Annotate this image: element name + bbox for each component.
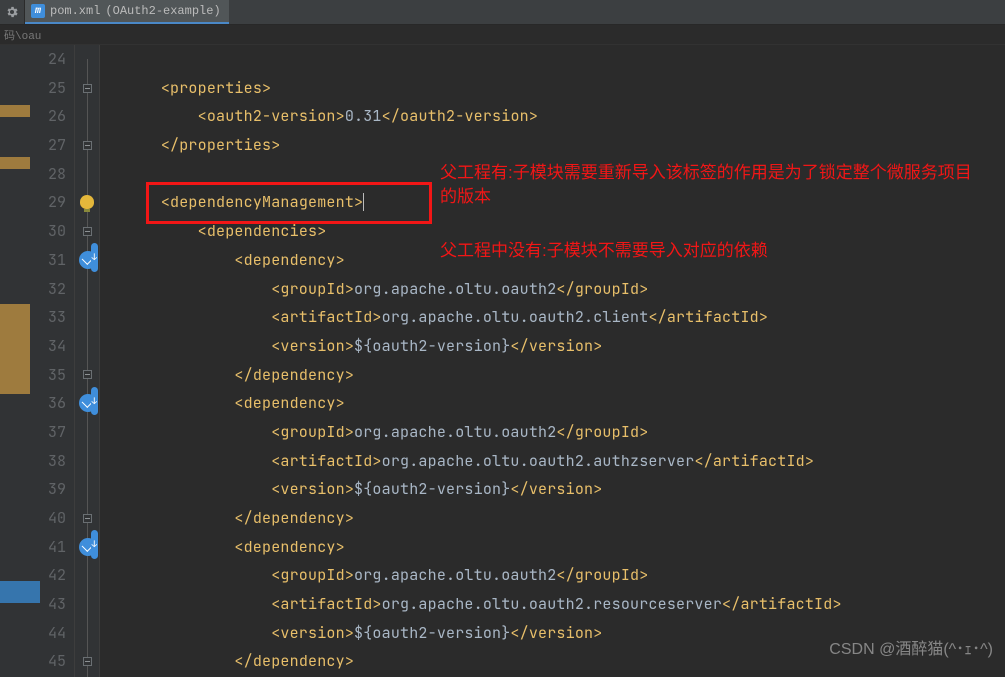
code-line[interactable]: </dependency>	[124, 647, 1005, 676]
editor-tab-bar: m pom.xml (OAuth2-example)	[0, 0, 1005, 25]
code-line[interactable]	[124, 160, 1005, 189]
tab-context: (OAuth2-example)	[105, 4, 220, 18]
line-number: 27	[0, 131, 66, 160]
code-line[interactable]: <dependency>	[124, 533, 1005, 562]
code-line[interactable]: <properties>	[124, 74, 1005, 103]
implemented-icon[interactable]	[79, 251, 97, 269]
code-line[interactable]: <groupId>org.apache.oltu.oauth2</groupId…	[124, 561, 1005, 590]
maven-icon: m	[31, 4, 45, 18]
code-line[interactable]	[124, 45, 1005, 74]
code-line[interactable]: <version>${oauth2-version}</version>	[124, 475, 1005, 504]
code-line[interactable]: <groupId>org.apache.oltu.oauth2</groupId…	[124, 418, 1005, 447]
tab-filename: pom.xml	[50, 4, 100, 18]
line-number: 29	[0, 188, 66, 217]
implemented-icon[interactable]	[79, 538, 97, 556]
line-number: 40	[0, 504, 66, 533]
fold-column[interactable]	[75, 45, 100, 677]
intention-bulb-icon[interactable]	[80, 195, 94, 209]
implemented-icon[interactable]	[79, 394, 97, 412]
code-line[interactable]: <dependencyManagement>	[124, 188, 1005, 217]
line-number: 44	[0, 619, 66, 648]
change-marker	[0, 105, 30, 117]
code-line[interactable]: </properties>	[124, 131, 1005, 160]
code-line[interactable]: <oauth2-version>0.31</oauth2-version>	[124, 102, 1005, 131]
code-line[interactable]: <artifactId>org.apache.oltu.oauth2.clien…	[124, 303, 1005, 332]
line-number: 39	[0, 475, 66, 504]
line-number: 45	[0, 647, 66, 676]
line-number: 32	[0, 275, 66, 304]
code-line[interactable]: </dependency>	[124, 361, 1005, 390]
line-number: 25	[0, 74, 66, 103]
change-marker	[0, 581, 40, 603]
line-number: 30	[0, 217, 66, 246]
change-marker	[0, 304, 30, 394]
code-line[interactable]: <dependencies>	[124, 217, 1005, 246]
code-line[interactable]: <version>${oauth2-version}</version>	[124, 619, 1005, 648]
code-line[interactable]: <version>${oauth2-version}</version>	[124, 332, 1005, 361]
code-editor[interactable]: 2425262728293031323334353637383940414243…	[0, 45, 1005, 677]
line-number: 24	[0, 45, 66, 74]
code-area[interactable]: <properties> <oauth2-version>0.31</oauth…	[106, 45, 1005, 677]
change-marker	[0, 157, 30, 169]
line-number: 38	[0, 447, 66, 476]
file-tab[interactable]: m pom.xml (OAuth2-example)	[25, 0, 229, 24]
code-line[interactable]: </dependency>	[124, 504, 1005, 533]
code-line[interactable]: <artifactId>org.apache.oltu.oauth2.authz…	[124, 447, 1005, 476]
code-line[interactable]: <groupId>org.apache.oltu.oauth2</groupId…	[124, 275, 1005, 304]
breadcrumb: 码\oau	[0, 25, 1005, 45]
gear-icon[interactable]	[0, 0, 24, 24]
code-line[interactable]: <dependency>	[124, 389, 1005, 418]
code-line[interactable]: <artifactId>org.apache.oltu.oauth2.resou…	[124, 590, 1005, 619]
line-number: 37	[0, 418, 66, 447]
code-line[interactable]: <dependency>	[124, 246, 1005, 275]
line-number: 41	[0, 533, 66, 562]
line-number: 31	[0, 246, 66, 275]
